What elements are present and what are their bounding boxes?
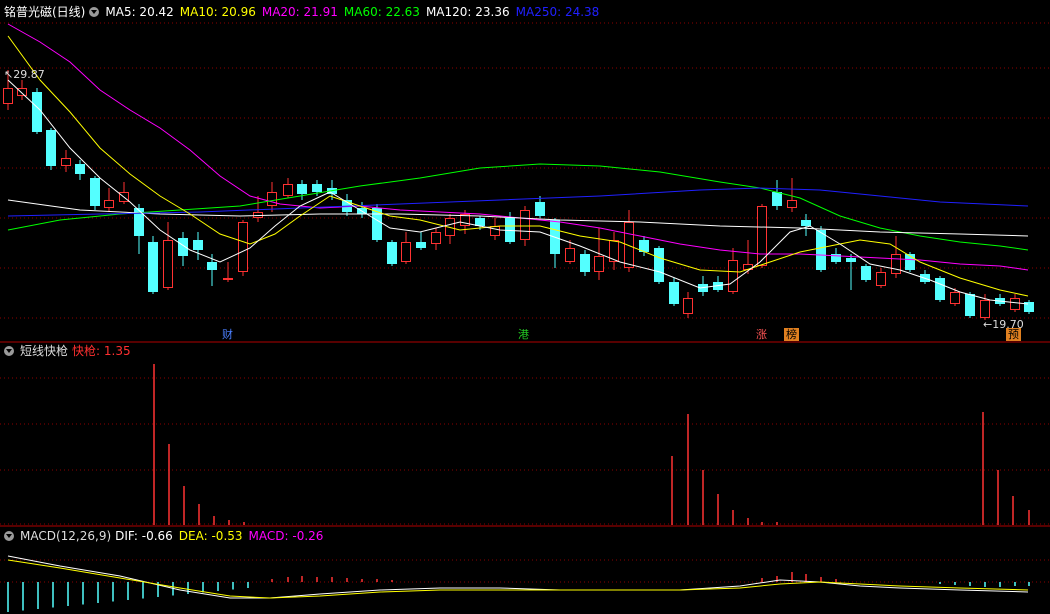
candle-down: [772, 192, 782, 206]
candle-up: [624, 222, 634, 268]
indicator-legend: 短线快枪 快枪: 1.35: [4, 344, 137, 358]
candle-up: [104, 200, 114, 208]
candle-up: [283, 184, 293, 196]
macd-dif: DIF: -0.66: [115, 529, 173, 543]
candle-down: [32, 92, 42, 132]
high-price-label: ↖29.87: [4, 68, 45, 81]
dropdown-circle-icon[interactable]: [4, 346, 14, 356]
candle-up: [787, 200, 797, 208]
candle-up: [520, 210, 530, 240]
candle-down: [535, 202, 545, 216]
candle-down: [801, 220, 811, 226]
ma5-label: MA5: 20.42: [105, 5, 174, 19]
candle-up: [401, 242, 411, 262]
candle-down: [965, 294, 975, 316]
candle-down: [861, 266, 871, 280]
macd-value: MACD: -0.26: [248, 529, 324, 543]
candle-down: [935, 278, 945, 300]
ma60-line: [7, 163, 1029, 251]
candle-down: [816, 230, 826, 270]
candle-up: [267, 192, 277, 206]
indicator-value: 快枪: 1.35: [72, 344, 131, 358]
candle-down: [46, 130, 56, 166]
macd-legend: MACD(12,26,9) DIF: -0.66 DEA: -0.53 MACD: -…: [4, 529, 329, 543]
candle-down: [148, 242, 158, 292]
ma5-line: [7, 79, 1029, 305]
ma10-line: [7, 35, 1029, 297]
candle-down: [669, 282, 679, 304]
candle-down: [193, 240, 203, 250]
candle-up: [980, 300, 990, 318]
candle-up: [3, 88, 13, 104]
dropdown-circle-icon[interactable]: [4, 531, 14, 541]
candle-down: [654, 248, 664, 282]
candle-down: [846, 258, 856, 262]
limit-up-marker[interactable]: 涨: [754, 328, 769, 341]
candle-up: [683, 298, 693, 314]
finance-marker[interactable]: 财: [220, 328, 235, 341]
candle-up: [61, 158, 71, 166]
hk-connect-marker[interactable]: 港: [516, 328, 531, 341]
ma10-label: MA10: 20.96: [179, 5, 256, 19]
candle-up: [238, 222, 248, 272]
macd-title[interactable]: MACD(12,26,9): [20, 529, 111, 543]
candle-down: [75, 164, 85, 174]
candle-down: [387, 242, 397, 264]
candle-down: [90, 178, 100, 206]
candle-up: [223, 278, 233, 280]
candle-down: [178, 238, 188, 256]
ma20-label: MA20: 21.91: [261, 5, 338, 19]
candle-up: [431, 232, 441, 244]
candle-down: [297, 184, 307, 194]
dragon-tiger-list-marker[interactable]: 榜: [784, 328, 799, 341]
candle-up: [950, 292, 960, 304]
ma250-label: MA250: 24.38: [515, 5, 600, 19]
candle-down: [580, 254, 590, 272]
dropdown-circle-icon[interactable]: [89, 7, 100, 17]
forecast-marker[interactable]: 预: [1006, 328, 1021, 341]
ma60-label: MA60: 22.63: [343, 5, 420, 19]
macd-dif-line: [7, 555, 1029, 599]
candle-up: [728, 260, 738, 292]
candle-up: [490, 226, 500, 236]
macd-dea-line: [7, 559, 1029, 599]
candle-up: [594, 256, 604, 272]
candle-down: [207, 262, 217, 270]
candle-up: [876, 272, 886, 286]
ma250-line: [7, 187, 1029, 217]
candle-up: [891, 254, 901, 274]
stock-chart-canvas[interactable]: [0, 0, 1050, 614]
candle-up: [163, 240, 173, 288]
ma20-line: [7, 23, 1029, 271]
macd-dea: DEA: -0.53: [178, 529, 243, 543]
candle-down: [312, 184, 322, 192]
indicator-title[interactable]: 短线快枪: [20, 344, 68, 358]
ma120-label: MA120: 23.36: [425, 5, 510, 19]
candle-down: [416, 242, 426, 248]
candle-up: [565, 248, 575, 262]
stock-name[interactable]: 铭普光磁(日线): [4, 5, 85, 19]
candle-up: [1010, 298, 1020, 310]
main-legend: 铭普光磁(日线) MA5: 20.42 MA10: 20.96 MA20: 21.91…: [4, 5, 605, 19]
